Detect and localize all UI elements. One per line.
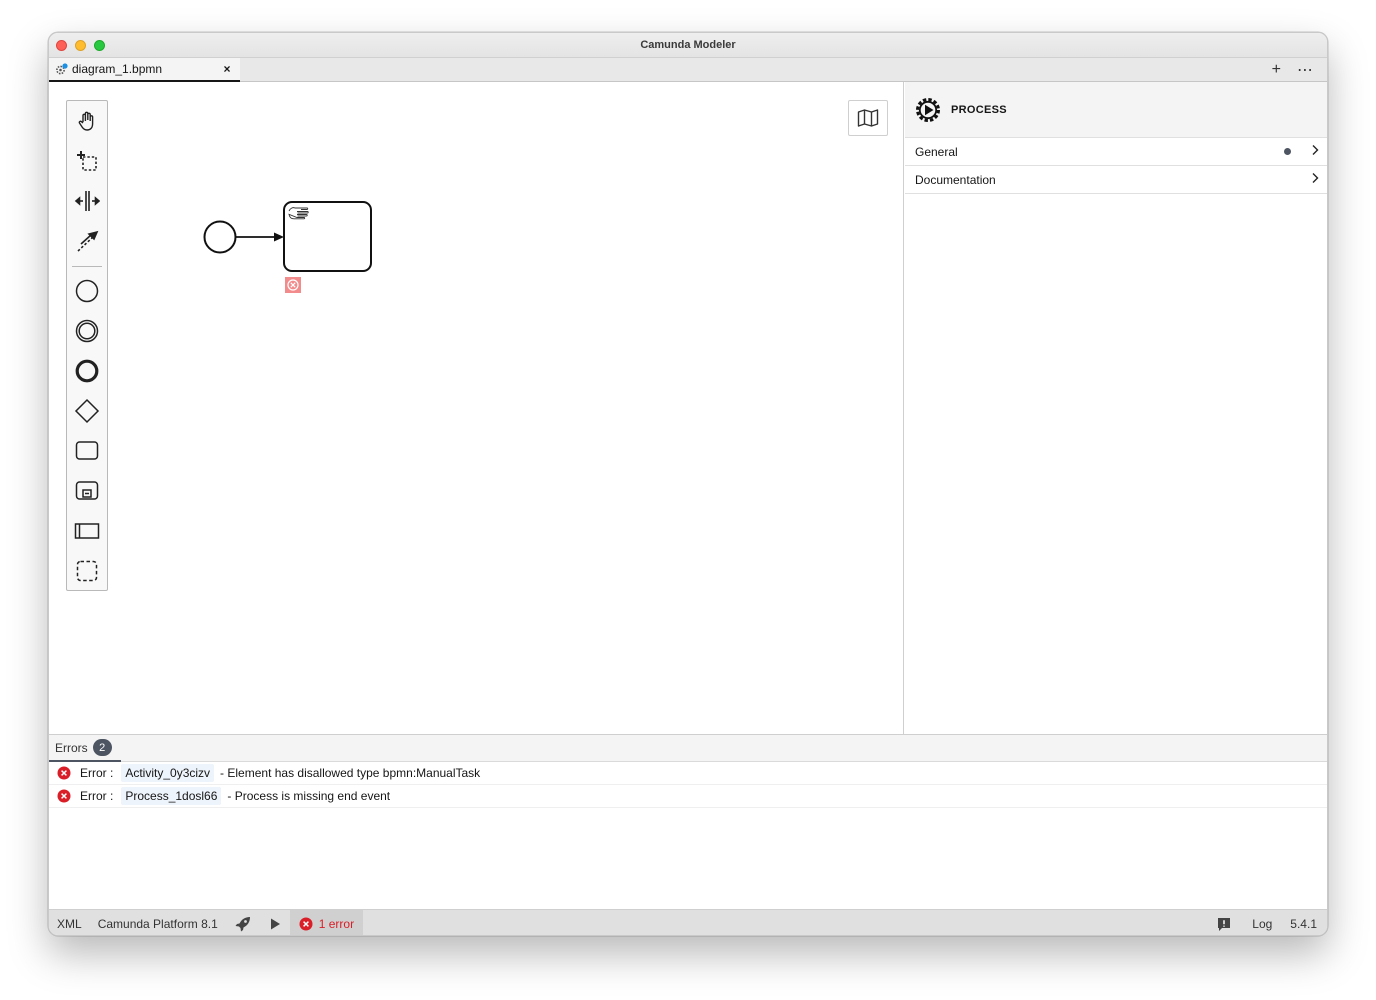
titlebar: Camunda Modeler bbox=[49, 33, 1327, 58]
group-general-label: General bbox=[915, 144, 958, 159]
error-summary-label: 1 error bbox=[318, 916, 355, 931]
properties-title: PROCESS bbox=[951, 103, 1007, 116]
end-event-icon[interactable] bbox=[67, 354, 107, 388]
error-kind: Error : bbox=[80, 789, 114, 803]
tab-close-icon[interactable]: × bbox=[218, 62, 236, 76]
palette-separator bbox=[72, 266, 102, 267]
status-bar: XML Camunda Platform 8.1 1 error Log 5.4… bbox=[49, 909, 1327, 936]
error-item: Error : Process_1dosl66 - Process is mis… bbox=[49, 785, 1327, 808]
group-general[interactable]: General bbox=[905, 138, 1327, 166]
chevron-right-icon bbox=[1311, 144, 1319, 159]
subprocess-icon[interactable] bbox=[67, 474, 107, 508]
properties-header: PROCESS bbox=[905, 82, 1327, 138]
app-window: Camunda Modeler diagram_1.bpmn × + ⋯ PRO… bbox=[48, 32, 1328, 936]
manual-task bbox=[283, 201, 372, 272]
properties-panel: PROCESS General Documentation bbox=[905, 82, 1327, 734]
error-message: - Process is missing end event bbox=[227, 789, 391, 803]
map-icon bbox=[857, 109, 879, 127]
close-window-button[interactable] bbox=[56, 40, 67, 51]
minimize-window-button[interactable] bbox=[75, 40, 86, 51]
error-icon bbox=[299, 917, 313, 930]
tool-palette bbox=[66, 100, 108, 591]
xml-button[interactable]: XML bbox=[49, 910, 90, 936]
errors-count-badge: 2 bbox=[92, 739, 112, 756]
log-button[interactable]: Log bbox=[1240, 910, 1280, 936]
intermediate-event-icon[interactable] bbox=[67, 314, 107, 348]
task-icon[interactable] bbox=[67, 434, 107, 468]
window-controls bbox=[56, 40, 105, 51]
gateway-icon[interactable] bbox=[67, 394, 107, 428]
error-message: - Element has disallowed type bpmn:Manua… bbox=[220, 766, 481, 780]
error-item: Error : Activity_0y3cizv - Element has d… bbox=[49, 762, 1327, 785]
chevron-right-icon bbox=[1311, 172, 1319, 187]
errors-panel: Errors 2 Error : Activity_0y3cizv - Elem… bbox=[49, 734, 1327, 909]
maximize-window-button[interactable] bbox=[94, 40, 105, 51]
tab-errors[interactable]: Errors 2 bbox=[49, 735, 121, 762]
global-connect-tool-icon[interactable] bbox=[67, 224, 107, 258]
bpmn-diagram bbox=[199, 198, 429, 313]
lasso-tool-icon[interactable] bbox=[67, 144, 107, 178]
tab-label: diagram_1.bpmn bbox=[72, 62, 163, 76]
process-gear-icon bbox=[916, 97, 940, 122]
window-title: Camunda Modeler bbox=[640, 39, 736, 51]
group-documentation[interactable]: Documentation bbox=[905, 166, 1327, 194]
start-event bbox=[203, 220, 237, 254]
more-options-button[interactable]: ⋯ bbox=[1297, 60, 1313, 80]
errors-tab-bar: Errors 2 bbox=[49, 735, 1327, 762]
error-element-link[interactable]: Process_1dosl66 bbox=[121, 787, 222, 805]
space-tool-icon[interactable] bbox=[67, 184, 107, 218]
error-element-link[interactable]: Activity_0y3cizv bbox=[121, 764, 215, 782]
error-kind: Error : bbox=[80, 766, 114, 780]
group-icon[interactable] bbox=[67, 554, 107, 588]
sequence-flow-arrowhead bbox=[274, 232, 284, 242]
group-data-indicator bbox=[1284, 148, 1291, 155]
feedback-icon[interactable] bbox=[1208, 910, 1240, 936]
group-documentation-label: Documentation bbox=[915, 172, 996, 187]
error-icon bbox=[57, 766, 71, 780]
pool-icon[interactable] bbox=[67, 514, 107, 548]
error-icon bbox=[57, 789, 71, 803]
deploy-rocket-icon[interactable] bbox=[226, 910, 260, 936]
errors-tab-label: Errors bbox=[55, 740, 88, 755]
run-play-icon[interactable] bbox=[260, 910, 290, 936]
tab-bar: diagram_1.bpmn × + ⋯ bbox=[49, 58, 1327, 82]
platform-version-button[interactable]: Camunda Platform 8.1 bbox=[90, 910, 226, 936]
bpmn-gear-icon bbox=[55, 62, 68, 76]
minimap-toggle-button[interactable] bbox=[848, 100, 888, 136]
add-tab-button[interactable]: + bbox=[1272, 61, 1281, 79]
tab-actions: + ⋯ bbox=[1272, 58, 1313, 82]
tab-diagram[interactable]: diagram_1.bpmn × bbox=[49, 58, 240, 82]
hand-tool-icon[interactable] bbox=[67, 104, 107, 138]
start-event-icon[interactable] bbox=[67, 274, 107, 308]
diagram-canvas[interactable] bbox=[49, 82, 904, 734]
version-label: 5.4.1 bbox=[1290, 916, 1317, 931]
error-summary-button[interactable]: 1 error bbox=[289, 909, 364, 935]
status-bar-right: Log 5.4.1 bbox=[1208, 910, 1327, 936]
